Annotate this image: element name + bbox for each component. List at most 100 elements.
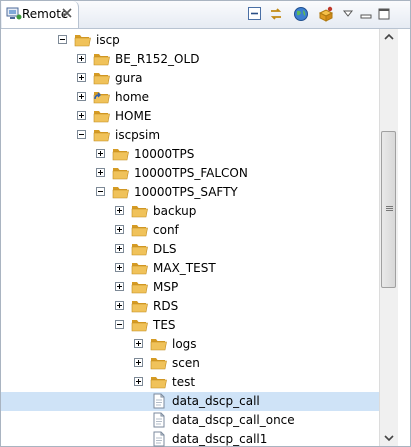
scrollbar-thumb[interactable] — [381, 131, 396, 288]
tree-folder-row[interactable]: DLS — [1, 240, 379, 259]
tree-folder-row[interactable]: iscp — [1, 31, 379, 50]
tree-folder-row[interactable]: scen — [1, 354, 379, 373]
folder-icon — [74, 35, 91, 47]
tree-folder-row[interactable]: 10000TPS_SAFTY — [1, 183, 379, 202]
folder-icon — [131, 282, 148, 294]
expand-toggle-icon[interactable] — [115, 206, 124, 215]
link-sync-icon — [270, 8, 282, 20]
tree-item-label: 10000TPS_SAFTY — [134, 185, 238, 199]
tree-item-label: test — [172, 375, 196, 389]
tree-item-label: conf — [153, 223, 179, 237]
tree-item-label: BE_R152_OLD — [115, 52, 200, 66]
collapse-all-icon — [248, 7, 261, 20]
tree-item-label: data_dscp_call_once — [172, 413, 295, 427]
remote-view: Remote iscp BE_R152_OLD gura home HOME i… — [0, 0, 411, 447]
expand-toggle-icon[interactable] — [115, 244, 124, 253]
collapse-toggle-icon[interactable] — [58, 35, 67, 44]
tree-folder-row[interactable]: RDS — [1, 297, 379, 316]
tree-folder-row[interactable]: MAX_TEST — [1, 259, 379, 278]
collapse-toggle-icon[interactable] — [77, 130, 86, 139]
tree-item-label: MAX_TEST — [153, 261, 216, 275]
file-icon — [153, 393, 165, 409]
tree-folder-row[interactable]: MSP — [1, 278, 379, 297]
maximize-view-button[interactable] — [375, 5, 393, 23]
link-with-editor-button[interactable] — [267, 5, 285, 23]
collapse-toggle-icon[interactable] — [96, 187, 105, 196]
tree-folder-row[interactable]: BE_R152_OLD — [1, 50, 379, 69]
tree-folder-row[interactable]: backup — [1, 202, 379, 221]
collapse-toggle-icon[interactable] — [115, 320, 124, 329]
remote-file-tree[interactable]: iscp BE_R152_OLDgura home HOME iscpsim 10000T… — [1, 29, 379, 447]
tree-folder-row[interactable]: TES — [1, 316, 379, 335]
tree-item-label: iscp — [96, 33, 120, 47]
expand-toggle-icon[interactable] — [77, 111, 86, 120]
collapse-all-button[interactable] — [246, 5, 264, 23]
close-icon[interactable] — [60, 6, 74, 20]
dropdown-triangle-icon — [342, 10, 354, 17]
tree-folder-row[interactable]: iscpsim — [1, 126, 379, 145]
scroll-up-arrow-icon[interactable] — [380, 29, 398, 46]
tree-item-label: scen — [172, 356, 200, 370]
view-header: Remote — [1, 1, 410, 29]
folder-icon — [131, 263, 148, 275]
tree-folder-row[interactable]: home — [1, 88, 379, 107]
expand-toggle-icon[interactable] — [115, 263, 124, 272]
expand-toggle-icon[interactable] — [115, 301, 124, 310]
tree-item-label: iscpsim — [115, 128, 161, 142]
remote-action-button[interactable] — [317, 5, 335, 23]
folder-icon — [150, 339, 167, 351]
expand-toggle-icon[interactable] — [115, 282, 124, 291]
folder-icon — [112, 187, 129, 199]
tree-item-label: TES — [153, 318, 176, 332]
minimize-icon — [360, 14, 372, 19]
expand-toggle-icon[interactable] — [77, 54, 86, 63]
expand-toggle-icon[interactable] — [134, 358, 143, 367]
folder-icon — [93, 130, 110, 142]
maximize-icon — [378, 8, 390, 20]
refresh-remote-button[interactable] — [292, 5, 310, 23]
tree-item-label: HOME — [115, 109, 152, 123]
folder-icon — [112, 168, 129, 180]
tree-folder-row[interactable]: gura — [1, 69, 379, 88]
gear-box-icon — [318, 6, 334, 22]
minimize-view-button[interactable] — [357, 5, 375, 23]
folder-icon — [93, 111, 110, 123]
tree-item-label: home — [115, 90, 150, 104]
expand-toggle-icon[interactable] — [77, 73, 86, 82]
tree-folder-row[interactable]: HOME — [1, 107, 379, 126]
vertical-scrollbar[interactable] — [379, 29, 398, 446]
tree-item-label: backup — [153, 204, 197, 218]
folder-icon — [131, 320, 148, 332]
tree-folder-row[interactable]: logs — [1, 335, 379, 354]
tree-folder-row[interactable]: test — [1, 373, 379, 392]
linked-folder-icon — [93, 92, 110, 104]
scroll-down-arrow-icon[interactable] — [380, 429, 398, 446]
folder-icon — [131, 206, 148, 218]
tree-item-label: DLS — [153, 242, 177, 256]
folder-icon — [93, 73, 110, 85]
folder-icon — [131, 301, 148, 313]
expand-toggle-icon[interactable] — [134, 339, 143, 348]
tree-item-label: 10000TPS — [134, 147, 195, 161]
tree-file-row[interactable]: data_dscp_call_once — [1, 411, 379, 430]
expand-toggle-icon[interactable] — [96, 149, 105, 158]
folder-icon — [150, 377, 167, 389]
tree-folder-row[interactable]: 10000TPS — [1, 145, 379, 164]
folder-icon — [112, 149, 129, 161]
tree-folder-row[interactable]: conf — [1, 221, 379, 240]
file-icon — [153, 431, 165, 447]
expand-toggle-icon[interactable] — [134, 377, 143, 386]
tree-folder-row[interactable]: 10000TPS_FALCON — [1, 164, 379, 183]
folder-icon — [93, 54, 110, 66]
tree-file-row[interactable]: data_dscp_call — [1, 392, 379, 411]
folder-icon — [131, 225, 148, 237]
expand-toggle-icon[interactable] — [96, 168, 105, 177]
tree-item-label: MSP — [153, 280, 179, 294]
remote-tab[interactable]: Remote — [2, 1, 79, 28]
expand-toggle-icon[interactable] — [115, 225, 124, 234]
tree-item-label: logs — [172, 337, 197, 351]
tree-file-row[interactable]: data_dscp_call1 — [1, 430, 379, 447]
globe-icon — [294, 7, 308, 21]
expand-toggle-icon[interactable] — [77, 92, 86, 101]
view-menu-button[interactable] — [339, 5, 357, 23]
